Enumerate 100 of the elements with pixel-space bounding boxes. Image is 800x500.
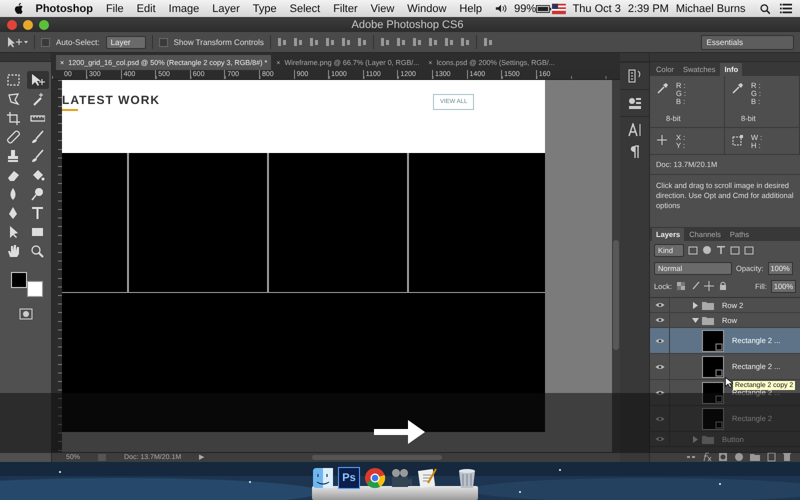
fx-icon[interactable] (702, 452, 712, 462)
eye-icon[interactable] (654, 338, 664, 344)
folder-icon (702, 434, 714, 444)
menu-item[interactable]: Image (168, 2, 200, 14)
app-menu[interactable]: Photoshop (36, 2, 93, 14)
folder-icon (702, 300, 714, 310)
menu-clock[interactable]: 2:39 PM (628, 2, 669, 14)
battery-icon[interactable] (536, 4, 552, 14)
caret-icon[interactable] (692, 436, 699, 442)
align-icon[interactable] (308, 37, 319, 47)
paragraph-icon[interactable] (630, 145, 640, 158)
grip-handle[interactable] (0, 53, 51, 62)
layer-dropdown[interactable]: Layer (106, 36, 146, 48)
move-icon[interactable] (704, 281, 714, 291)
zoom-icon (30, 244, 45, 258)
document-pen-icon[interactable] (416, 467, 438, 489)
menu-item[interactable]: Layer (212, 2, 240, 14)
align-icon[interactable] (396, 37, 406, 47)
heading-underline (62, 109, 78, 111)
tool-button[interactable] (26, 71, 48, 89)
dashed-square-icon (6, 73, 21, 87)
new-layer-icon[interactable] (766, 452, 776, 462)
checkbox-label: Show Transform Controls (174, 38, 264, 46)
eraser-icon (6, 168, 21, 182)
menu-item[interactable]: Filter (333, 2, 358, 14)
layer-thumbnail (702, 330, 724, 352)
crosshair-icon (656, 134, 668, 146)
brush-icon (30, 130, 45, 144)
film-camera-icon[interactable] (390, 467, 412, 489)
align-icon[interactable] (340, 37, 351, 47)
align-icon[interactable] (412, 37, 422, 47)
swatch-grid-icon[interactable] (628, 96, 642, 110)
battery-percent: 99% (514, 2, 536, 14)
layer-thumbnail (702, 408, 724, 430)
eye-icon[interactable] (654, 302, 664, 308)
quick-mask-icon[interactable] (18, 308, 32, 320)
checkbox[interactable] (41, 38, 50, 46)
padlock-icon[interactable] (718, 281, 728, 291)
circle-icon[interactable] (702, 245, 712, 255)
menu-item[interactable]: Window (407, 2, 446, 14)
move-icon (30, 73, 45, 87)
align-icon[interactable] (380, 37, 390, 47)
eye-icon[interactable] (654, 317, 664, 323)
scrollbar[interactable] (312, 454, 442, 460)
menu-item[interactable]: View (370, 2, 394, 14)
finder-icon[interactable] (312, 467, 334, 489)
eyedropper-icon (731, 82, 743, 94)
chrome-icon[interactable] (364, 467, 386, 489)
foreground-swatch[interactable] (10, 272, 26, 288)
move-icon[interactable] (6, 36, 28, 48)
menu-item[interactable]: Help (459, 2, 482, 14)
background-swatch[interactable] (26, 281, 42, 297)
workspace-dropdown[interactable]: Essentials (700, 34, 794, 50)
align-icon[interactable] (460, 37, 470, 47)
character-icon[interactable] (628, 123, 642, 137)
align-icon[interactable] (428, 37, 438, 47)
corner-box-icon (731, 134, 743, 146)
menu-item[interactable]: File (106, 2, 124, 14)
align-icon[interactable] (292, 37, 303, 47)
eyedropper-icon (656, 82, 668, 94)
align-icon[interactable] (356, 37, 367, 47)
shape-icon[interactable] (730, 245, 740, 255)
align-icon[interactable] (276, 37, 287, 47)
search-icon[interactable] (760, 2, 770, 14)
trash-icon[interactable] (782, 452, 792, 462)
adjust-icon[interactable] (734, 452, 744, 462)
menu-date[interactable]: Thu Oct 3 (572, 2, 621, 14)
eye-icon[interactable] (654, 364, 664, 370)
caret-icon[interactable] (692, 302, 699, 308)
bandage-icon (6, 130, 21, 144)
lollipop-icon (30, 187, 45, 201)
trash-icon[interactable] (456, 467, 478, 489)
user-name[interactable]: Michael Burns (676, 2, 746, 14)
checkbox[interactable] (158, 38, 168, 46)
type-icon[interactable] (716, 245, 726, 255)
volume-icon[interactable] (495, 3, 508, 14)
section-heading: LATEST WORK (62, 93, 160, 107)
menu-item[interactable]: Edit (136, 2, 156, 14)
crop-icon (6, 111, 21, 125)
layer-thumbnail (702, 382, 724, 404)
menu-item[interactable]: Type (252, 2, 277, 14)
align-icon[interactable] (482, 37, 493, 47)
align-icon[interactable] (444, 37, 454, 47)
grip-handle[interactable] (650, 53, 800, 62)
list-icon[interactable] (780, 3, 792, 14)
apple-icon (14, 2, 24, 15)
history-icon[interactable] (628, 69, 642, 83)
align-icon[interactable] (324, 37, 335, 47)
type-icon (30, 206, 45, 220)
app-icon[interactable]: Ps (338, 467, 360, 489)
rectangle-icon (30, 225, 45, 239)
flag-icon[interactable] (552, 2, 566, 14)
checkbox-label: Auto-Select: (56, 38, 100, 46)
window-title: Adobe Photoshop CS6 (350, 18, 464, 30)
brush-icon[interactable] (690, 281, 700, 291)
checker-icon[interactable] (676, 281, 686, 291)
caret-icon[interactable] (692, 316, 699, 324)
menu-item[interactable]: Select (290, 2, 320, 14)
eye-icon[interactable] (654, 390, 664, 396)
mask-icon[interactable] (718, 452, 728, 462)
